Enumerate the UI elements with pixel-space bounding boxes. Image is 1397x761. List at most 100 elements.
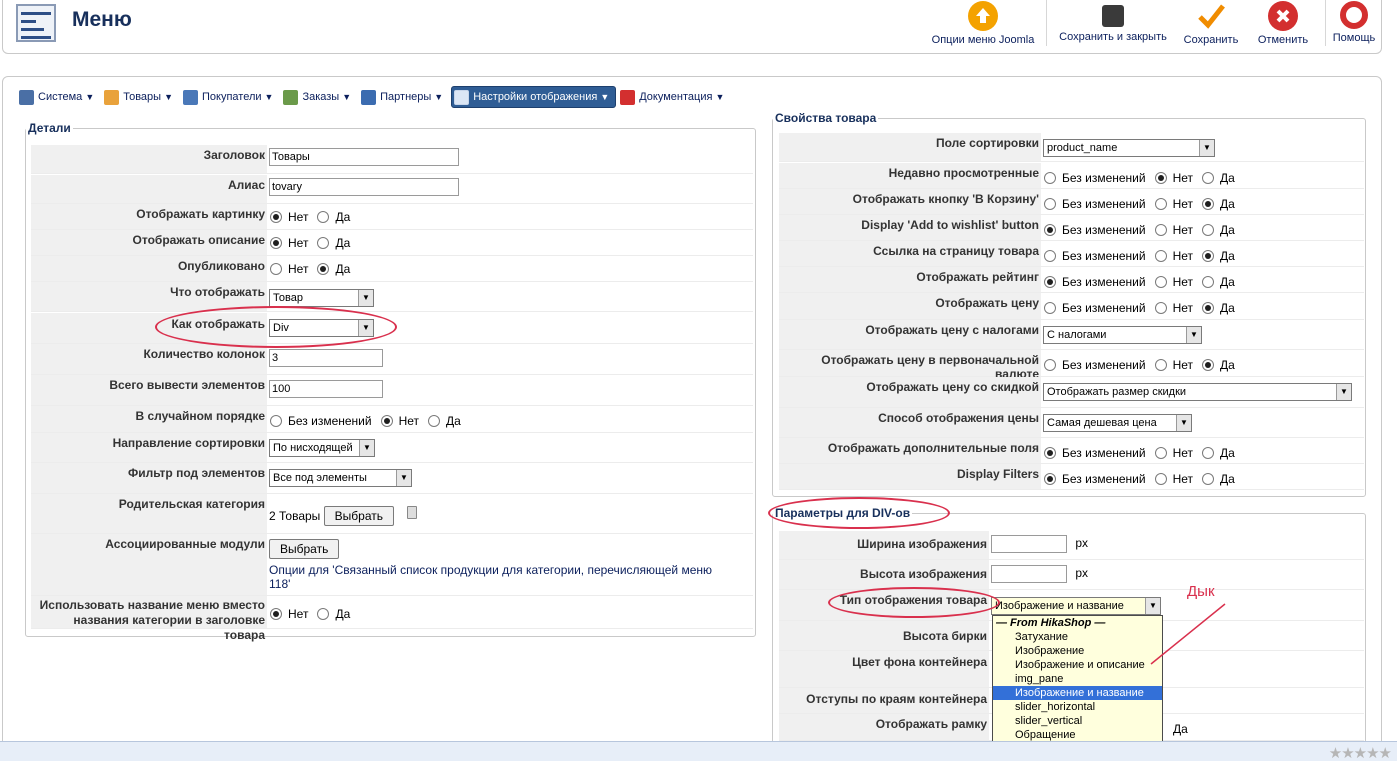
filter-select[interactable]: Все под элементы ▼: [269, 469, 412, 487]
prop-nochange-radio[interactable]: [1044, 198, 1056, 210]
random-nochange-radio[interactable]: [270, 415, 282, 427]
prop-yes-radio[interactable]: [1202, 172, 1215, 184]
save-button[interactable]: Сохранить: [1177, 0, 1245, 50]
no-text: Нет: [1172, 358, 1194, 372]
prop-no-radio[interactable]: [1154, 198, 1167, 210]
joomla-options-button[interactable]: Опции меню Joomla: [924, 0, 1042, 50]
rating-stars-icon[interactable]: ★★★★★: [1329, 744, 1392, 761]
menu-name-yes-radio[interactable]: [317, 608, 330, 620]
no-text: Нет: [1172, 472, 1194, 486]
cancel-button-label: Отменить: [1257, 34, 1309, 46]
prop-yes-radio[interactable]: [1202, 250, 1215, 262]
prop-nochange-radio[interactable]: [1044, 172, 1056, 184]
prop-no-radio[interactable]: [1154, 172, 1167, 184]
yes-text: Да: [335, 607, 351, 621]
dropdown-option[interactable]: Обращение: [993, 728, 1162, 742]
sort-select[interactable]: По нисходящей ▼: [269, 439, 375, 457]
no-text: Нет: [1172, 446, 1194, 460]
prop-no-radio[interactable]: [1154, 276, 1167, 288]
dropdown-option[interactable]: slider_vertical: [993, 714, 1162, 728]
prop-nochange-radio[interactable]: [1044, 473, 1056, 485]
users-icon: [183, 89, 198, 105]
published-yes-radio[interactable]: [317, 263, 330, 275]
trash-icon[interactable]: [407, 506, 418, 519]
prop-select[interactable]: С налогами ▼: [1043, 326, 1202, 344]
alias-input[interactable]: [269, 178, 459, 196]
menu-item-lifebuoy[interactable]: Документация ▼: [618, 86, 730, 108]
prop-no-radio[interactable]: [1154, 359, 1167, 371]
prop-value: Без изменений Нет Да: [1041, 350, 1364, 376]
dropdown-option[interactable]: Изображение и название: [993, 686, 1162, 700]
modules-choose-button[interactable]: Выбрать: [269, 539, 340, 559]
prop-yes-radio[interactable]: [1202, 224, 1215, 236]
prop-no-radio[interactable]: [1154, 250, 1167, 262]
published-no-radio[interactable]: [270, 263, 282, 275]
parent-choose-button[interactable]: Выбрать: [323, 506, 394, 526]
no-text: Нет: [288, 210, 309, 224]
prop-nochange-radio[interactable]: [1044, 302, 1056, 314]
random-yes-radio[interactable]: [428, 415, 441, 427]
menu-logo-icon: [16, 4, 56, 42]
show-desc-no-radio[interactable]: [270, 237, 282, 249]
dropdown-option[interactable]: slider_horizontal: [993, 700, 1162, 714]
prop-yes-radio[interactable]: [1202, 276, 1215, 288]
yes-text: Да: [1220, 171, 1235, 185]
show-image-no-radio[interactable]: [270, 211, 282, 223]
dropdown-group-label: — From HikaShop —: [996, 617, 1106, 629]
prop-no-radio[interactable]: [1154, 473, 1167, 485]
total-input[interactable]: [269, 380, 383, 398]
menu-item-orders[interactable]: Заказы ▼: [281, 86, 357, 108]
menu-item-tools[interactable]: Система ▼: [17, 86, 100, 108]
chevron-down-icon: ▼: [1176, 415, 1191, 431]
prop-select[interactable]: Самая дешевая цена ▼: [1043, 414, 1192, 432]
prop-yes-radio[interactable]: [1202, 198, 1215, 210]
help-button[interactable]: Помощь: [1325, 0, 1383, 50]
annotation-arrow-icon: [1150, 603, 1226, 665]
annotation-text: Дык: [1187, 583, 1215, 600]
menu-item-partners[interactable]: Партнеры ▼: [359, 86, 449, 108]
cancel-icon: [1268, 1, 1298, 31]
yes-text: Да: [446, 414, 461, 428]
prop-nochange-radio[interactable]: [1044, 224, 1056, 236]
prop-yes-radio[interactable]: [1202, 473, 1215, 485]
product-props-legend: Свойства товара: [775, 111, 877, 125]
prop-nochange-radio[interactable]: [1044, 276, 1056, 288]
what-select[interactable]: Товар ▼: [269, 289, 374, 307]
prop-yes-radio[interactable]: [1202, 447, 1215, 459]
prop-yes-radio[interactable]: [1202, 359, 1215, 371]
menu-item-box[interactable]: Товары ▼: [102, 86, 179, 108]
title-input[interactable]: [269, 148, 459, 166]
row-prop: Display Filters Без изменений Нет Да: [779, 464, 1364, 490]
menu-item-display[interactable]: Настройки отображения ▼: [451, 86, 617, 108]
random-no-radio[interactable]: [380, 415, 393, 427]
dropdown-option[interactable]: Затухание: [993, 630, 1162, 644]
img-height-input[interactable]: [991, 565, 1067, 583]
row-prop: Отображать кнопку 'В Корзину' Без изменен…: [779, 189, 1364, 215]
dropdown-option[interactable]: Изображение и описание: [993, 658, 1162, 672]
dropdown-option[interactable]: img_pane: [993, 672, 1162, 686]
prop-label: Отображать цену: [779, 293, 1041, 319]
img-width-input[interactable]: [991, 535, 1067, 553]
save-close-button[interactable]: Сохранить и закрыть: [1052, 0, 1174, 50]
prop-no-radio[interactable]: [1154, 447, 1167, 459]
prop-nochange-radio[interactable]: [1044, 447, 1056, 459]
prop-no-radio[interactable]: [1154, 302, 1167, 314]
cancel-button[interactable]: Отменить: [1248, 0, 1318, 50]
prop-no-radio[interactable]: [1154, 224, 1167, 236]
prop-select[interactable]: Отображать размер скидки ▼: [1043, 383, 1352, 401]
columns-input[interactable]: [269, 349, 383, 367]
show-desc-yes-radio[interactable]: [317, 237, 330, 249]
prop-nochange-radio[interactable]: [1044, 250, 1056, 262]
view-type-select[interactable]: Изображение и название ▼: [991, 597, 1161, 615]
prop-label: Отображать кнопку 'В Корзину': [779, 189, 1041, 214]
menu-item-users[interactable]: Покупатели ▼: [181, 86, 279, 108]
toolbar-panel: [2, 0, 1382, 54]
prop-select[interactable]: product_name ▼: [1043, 139, 1215, 157]
px-unit: px: [1075, 536, 1089, 550]
menu-name-no-radio[interactable]: [270, 608, 282, 620]
row-menu-name: Использовать название меню вместо назван…: [31, 596, 753, 642]
prop-yes-radio[interactable]: [1202, 302, 1215, 314]
show-image-yes-radio[interactable]: [317, 211, 330, 223]
dropdown-option[interactable]: Изображение: [993, 644, 1162, 658]
prop-nochange-radio[interactable]: [1044, 359, 1056, 371]
